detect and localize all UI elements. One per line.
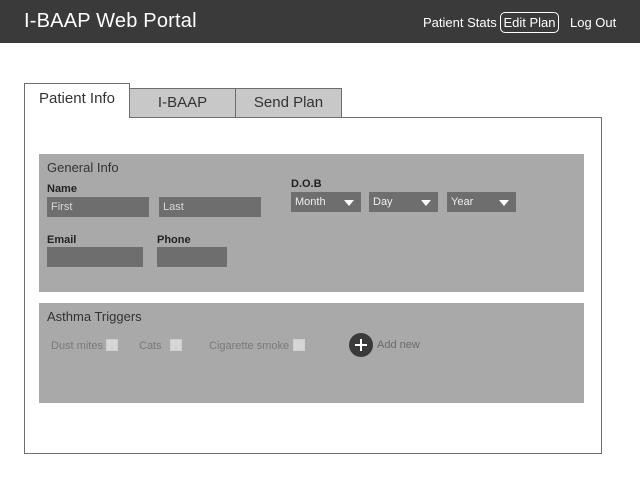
day-select[interactable]: Day [369,192,438,212]
dust-mites-checkbox[interactable] [106,339,118,351]
trigger-label-cigarette-smoke: Cigarette smoke [209,340,290,352]
chevron-down-icon [499,200,509,206]
year-select-value: Year [451,196,474,208]
chevron-down-icon [344,200,354,206]
year-select[interactable]: Year [447,192,516,212]
name-label: Name [47,183,77,195]
last-name-input[interactable] [159,197,261,217]
app-title: I-BAAP Web Portal [24,10,197,32]
dob-label: D.O.B [291,178,322,190]
email-field[interactable] [47,247,143,267]
trigger-label-dust-mites: Dust mites [51,340,103,352]
month-select[interactable]: Month [291,192,361,212]
patient-stats-link[interactable]: Patient Stats [423,15,497,30]
day-select-value: Day [373,196,393,208]
first-name-input[interactable] [47,197,149,217]
trigger-label-cats: Cats [139,340,162,352]
phone-field[interactable] [157,247,227,267]
add-new-label[interactable]: Add new [377,339,420,351]
edit-plan-button[interactable]: Edit Plan [500,12,559,33]
email-label: Email [47,234,77,246]
top-bar: I-BAAP Web Portal Patient Stats Edit Pla… [0,0,640,43]
cats-checkbox[interactable] [170,339,182,351]
log-out-link[interactable]: Log Out [570,15,616,30]
chevron-down-icon [421,200,431,206]
general-info-section [39,154,584,292]
tab-patient-info[interactable]: Patient Info [24,83,130,118]
asthma-triggers-title: Asthma Triggers [47,309,142,324]
month-select-value: Month [295,196,326,208]
tab-send-plan[interactable]: Send Plan [235,88,342,118]
add-trigger-button[interactable] [349,333,373,357]
phone-label: Phone [157,234,191,246]
general-info-title: General Info [47,160,119,175]
cigarette-smoke-checkbox[interactable] [293,339,305,351]
tab-i-baap[interactable]: I-BAAP [129,88,236,118]
